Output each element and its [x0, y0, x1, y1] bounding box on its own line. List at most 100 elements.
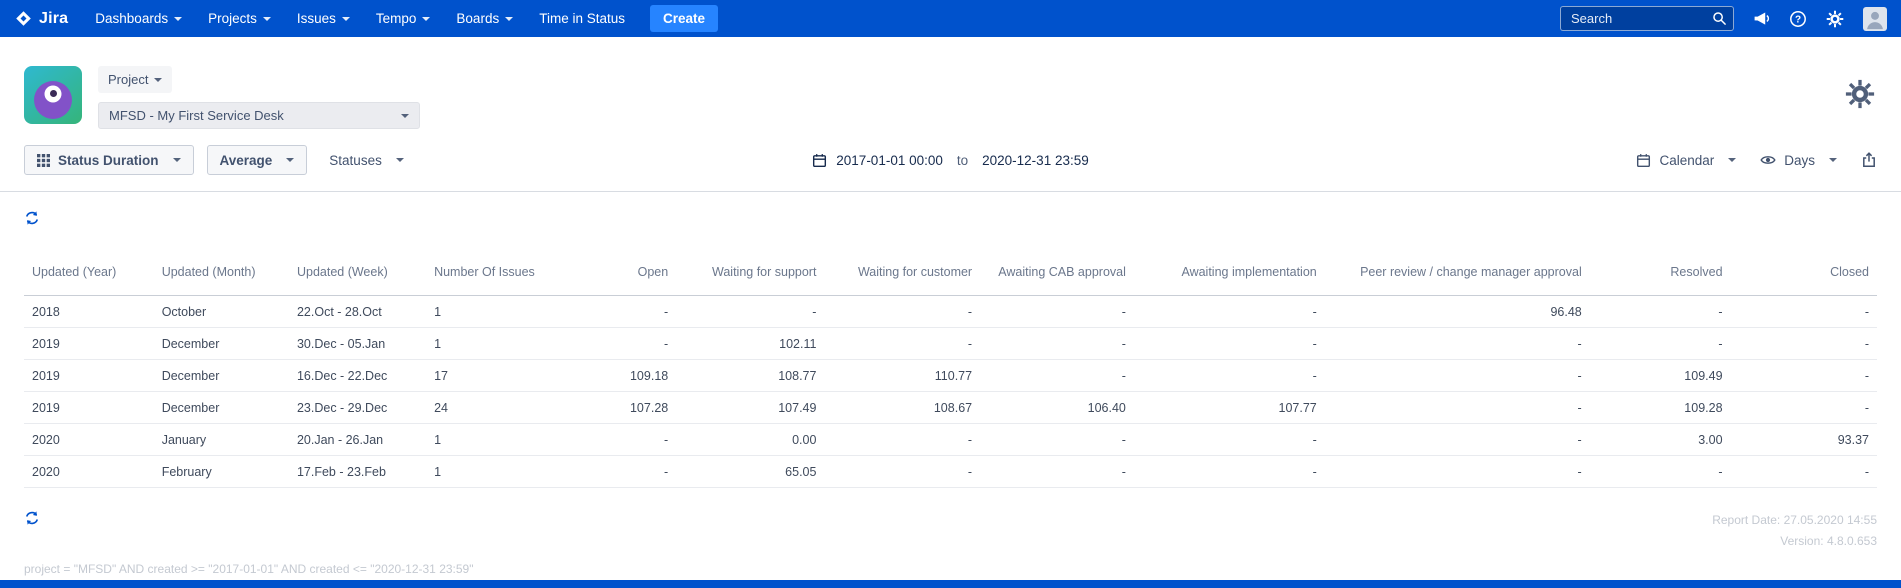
table-cell: December: [153, 391, 289, 424]
user-avatar[interactable]: [1863, 6, 1887, 31]
table-cell: 1: [426, 327, 560, 360]
project-avatar: [24, 66, 82, 124]
nav-item-label: Issues: [296, 11, 336, 26]
table-cell: -: [824, 455, 981, 488]
nav-item-boards[interactable]: Boards: [443, 0, 526, 37]
nav-item-label: Dashboards: [95, 11, 169, 26]
table-cell: 17.Feb - 23.Feb: [288, 455, 427, 488]
table-cell: 109.28: [1589, 391, 1731, 424]
table-cell: -: [1730, 295, 1877, 328]
table-cell: February: [153, 455, 289, 488]
table-row: 2020 February 17.Feb - 23.Feb 1-65.05- - - - - -: [24, 455, 1877, 488]
create-button[interactable]: Create: [649, 5, 719, 32]
project-header: Project MFSD - My First Service Desk: [0, 37, 1901, 143]
chevron-down-icon: [401, 113, 409, 118]
table-cell: -: [559, 327, 677, 360]
table-cell: -: [1133, 327, 1325, 360]
column-header: Awaiting implementation: [1181, 265, 1317, 279]
report-content: Updated (Year) Updated (Month) Updated (We…: [0, 192, 1901, 580]
top-navbar: Jira Dashboards Projects Issues Tempo Bo…: [0, 0, 1901, 37]
metric-label: Average: [219, 152, 273, 168]
nav-item-label: Boards: [456, 11, 500, 26]
table-cell: 17: [426, 359, 560, 392]
feedback-megaphone-icon[interactable]: [1753, 10, 1770, 27]
nav-item-issues[interactable]: Issues: [284, 0, 363, 37]
jira-logo[interactable]: Jira: [14, 9, 68, 28]
nav-item-tempo[interactable]: Tempo: [363, 0, 444, 37]
search-input[interactable]: [1560, 6, 1734, 31]
unit-dropdown[interactable]: Days: [1760, 152, 1838, 168]
calendar-mode-dropdown[interactable]: Calendar: [1636, 152, 1737, 168]
column-header: Awaiting CAB approval: [998, 265, 1126, 279]
table-cell: 0.00: [676, 423, 825, 456]
table-cell: 2020: [24, 423, 154, 456]
refresh-button-bottom[interactable]: [24, 510, 40, 526]
column-header: Open: [637, 265, 669, 279]
table-body: 2018 October 22.Oct - 28.Oct 1- - - - -96.48- -2…: [24, 295, 1877, 488]
unit-label: Days: [1784, 152, 1816, 168]
nav-item-time-in-status[interactable]: Time in Status: [526, 0, 638, 37]
table-cell: -: [1730, 327, 1877, 360]
report-toolbar: Status Duration Average Statuses 2017-01…: [0, 143, 1901, 192]
table-cell: 96.48: [1324, 295, 1590, 328]
column-header: Waiting for support: [712, 265, 817, 279]
status-duration-table: Updated (Year) Updated (Month) Updated (We…: [24, 259, 1877, 488]
nav-item-projects[interactable]: Projects: [195, 0, 284, 37]
calendar-icon: [813, 153, 827, 167]
report-settings-gear-icon[interactable]: [1845, 79, 1875, 109]
table-cell: -: [824, 295, 981, 328]
table-cell: -: [1133, 423, 1325, 456]
table-cell: 2019: [24, 391, 154, 424]
export-button[interactable]: [1861, 152, 1877, 168]
admin-gear-icon[interactable]: [1826, 10, 1844, 28]
table-cell: 1: [426, 423, 560, 456]
table-cell: -: [676, 295, 825, 328]
table-cell: 3.00: [1589, 423, 1731, 456]
refresh-icon: [25, 511, 39, 525]
table-row: 2019 December 16.Dec - 22.Dec 17 109.18 108.7…: [24, 359, 1877, 392]
table-cell: -: [824, 423, 981, 456]
table-cell: -: [1324, 423, 1590, 456]
metric-button[interactable]: Average: [206, 145, 308, 175]
jira-logo-icon: [16, 11, 31, 26]
table-cell: 110.77: [824, 359, 981, 392]
brand-text: Jira: [39, 9, 69, 27]
statuses-dropdown[interactable]: Statuses: [320, 145, 413, 175]
date-from: 2017-01-01 00:00: [836, 152, 943, 168]
table-cell: -: [1730, 391, 1877, 424]
table-cell: 93.37: [1730, 423, 1877, 456]
scope-dropdown[interactable]: Project: [98, 66, 173, 93]
nav-item-dashboards[interactable]: Dashboards: [82, 0, 195, 37]
help-icon[interactable]: ?: [1789, 10, 1807, 28]
table-cell: 2018: [24, 295, 154, 328]
table-cell: October: [153, 295, 289, 328]
table-cell: 22.Oct - 28.Oct: [288, 295, 427, 328]
table-cell: 16.Dec - 22.Dec: [288, 359, 427, 392]
statuses-label: Statuses: [329, 152, 382, 168]
table-cell: -: [1133, 455, 1325, 488]
report-type-label: Status Duration: [58, 152, 159, 168]
calendar-mode-label: Calendar: [1659, 152, 1715, 168]
project-select[interactable]: MFSD - My First Service Desk: [98, 102, 420, 129]
bottom-bar: [0, 580, 1901, 588]
report-type-button[interactable]: Status Duration: [24, 145, 194, 175]
refresh-button[interactable]: [24, 210, 40, 226]
search-icon[interactable]: [1712, 11, 1727, 26]
chevron-down-icon: [505, 16, 514, 21]
table-cell: -: [1324, 359, 1590, 392]
export-icon: [1863, 152, 1875, 167]
table-cell: -: [980, 455, 1134, 488]
column-header: Waiting for customer: [857, 265, 973, 279]
chevron-down-icon: [286, 158, 295, 162]
column-header: Updated (Week): [296, 265, 388, 279]
date-range-picker[interactable]: 2017-01-01 00:00 to 2020-12-31 23:59: [812, 152, 1089, 168]
svg-text:?: ?: [1795, 14, 1801, 25]
table-cell: -: [980, 295, 1134, 328]
table-cell: -: [1589, 455, 1731, 488]
table-cell: 2019: [24, 327, 154, 360]
table-cell: -: [559, 423, 677, 456]
table-cell: 30.Dec - 05.Jan: [288, 327, 427, 360]
table-cell: 23.Dec - 29.Dec: [288, 391, 427, 424]
table-cell: -: [1133, 295, 1325, 328]
table-cell: 24: [426, 391, 560, 424]
